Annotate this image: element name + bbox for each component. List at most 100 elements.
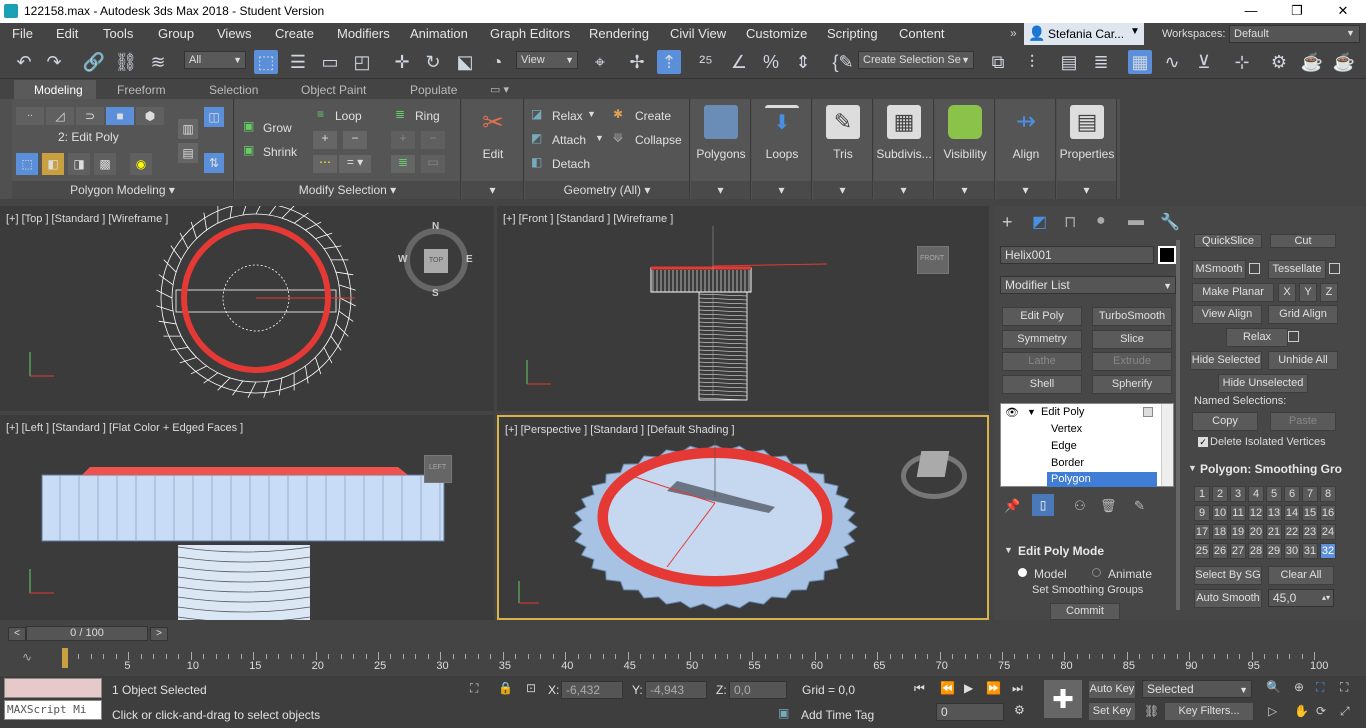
tab-freeform[interactable]: Freeform [117, 83, 166, 97]
key-filters-button[interactable]: Key Filters... [1164, 702, 1254, 721]
stack-edge[interactable]: Edge [1051, 440, 1077, 452]
time-tag-icon[interactable]: ▣ [778, 706, 789, 720]
go-to-end-icon[interactable]: ⏭ [1012, 681, 1023, 696]
z-coordinate-field[interactable]: 0,0 [729, 681, 787, 699]
placement-icon[interactable]: ◔ [485, 50, 509, 74]
menu-file[interactable]: File [12, 26, 33, 41]
time-cursor[interactable] [62, 648, 68, 668]
menu-content[interactable]: Content [899, 26, 945, 41]
smoothing-group-14[interactable]: 14 [1284, 505, 1300, 521]
viewport-perspective[interactable]: [+] [Perspective ] [Standard ] [Default … [497, 415, 989, 620]
smoothing-group-2[interactable]: 2 [1212, 486, 1228, 502]
create-button[interactable]: Create [635, 109, 671, 123]
window-crossing-icon[interactable]: ◰ [350, 50, 374, 74]
motion-tab-icon[interactable]: ● [1096, 212, 1106, 230]
select-by-sg-button[interactable]: Select By SG [1194, 566, 1262, 585]
detach-icon[interactable]: ◧ [531, 155, 542, 169]
smoothing-group-7[interactable]: 7 [1302, 486, 1318, 502]
unlink-icon[interactable]: ⛓ [114, 50, 138, 74]
render-icon[interactable]: ☕ [1332, 50, 1356, 74]
bind-space-warp-icon[interactable]: ≋ [146, 50, 170, 74]
menu-create[interactable]: Create [275, 26, 314, 41]
object-name-field[interactable]: Helix001 [1000, 246, 1154, 264]
smoothing-group-29[interactable]: 29 [1266, 543, 1282, 559]
manipulate-icon[interactable]: ✢ [625, 50, 649, 74]
viewcube-left[interactable]: LEFT [424, 455, 452, 483]
set-key-big-icon[interactable]: ✚ [1044, 680, 1082, 718]
rotate-icon[interactable]: ↻ [421, 50, 445, 74]
polygon-modeling-footer[interactable]: Polygon Modeling ▾ [12, 181, 233, 199]
planar-y-button[interactable]: Y [1299, 283, 1317, 302]
model-radio[interactable] [1018, 568, 1027, 577]
menu-tools[interactable]: Tools [103, 26, 133, 41]
smoothing-group-16[interactable]: 16 [1320, 505, 1336, 521]
tessellate-button[interactable]: Tessellate [1268, 260, 1326, 279]
clear-all-button[interactable]: Clear All [1268, 566, 1334, 585]
collapse-icon[interactable]: ⟱ [613, 131, 623, 145]
smoothing-group-10[interactable]: 10 [1212, 505, 1228, 521]
configure-modifier-sets-icon[interactable]: ✎ [1134, 498, 1145, 514]
smoothing-group-11[interactable]: 11 [1230, 505, 1246, 521]
relax-icon[interactable]: ◪ [531, 107, 542, 121]
pivot-icon[interactable]: ⌖ [588, 50, 612, 74]
viewcube-top-face[interactable]: TOP [424, 249, 448, 273]
zoom-icon[interactable]: 🔍 [1266, 680, 1281, 694]
tessellate-settings-icon[interactable] [1329, 263, 1340, 274]
cut-button[interactable]: Cut [1270, 234, 1336, 248]
menu-graph-editors[interactable]: Graph Editors [490, 26, 570, 41]
move-icon[interactable]: ✛ [390, 50, 414, 74]
display-tab-icon[interactable]: ▬ [1128, 212, 1144, 230]
subdivision-footer[interactable]: ▾ [874, 181, 933, 199]
viewport-left[interactable]: [+] [Left ] [Standard ] [Flat Color + Ed… [0, 415, 494, 620]
scale-icon[interactable]: ⬕ [453, 50, 477, 74]
relax-settings-icon[interactable] [1288, 331, 1299, 342]
viewcube-front[interactable]: FRONT [917, 246, 949, 274]
ring-mode-icon[interactable]: ≣ [391, 155, 415, 173]
detach-button[interactable]: Detach [552, 157, 590, 171]
menu-customize[interactable]: Customize [746, 26, 807, 41]
zoom-extents-all-icon[interactable]: ⛶ [1340, 680, 1348, 695]
command-panel-scrollbar[interactable] [1176, 240, 1180, 610]
edit-footer[interactable]: ▾ [462, 181, 523, 199]
collapse-button[interactable]: Collapse [635, 133, 682, 147]
minimize-button[interactable]: — [1228, 0, 1274, 23]
frame-ruler[interactable]: 5 10 15 20 25 30 35 40 45 50 55 60 65 70 75 80 85 90 95 100 [62, 648, 1328, 672]
smoothing-group-32[interactable]: 32 [1320, 543, 1336, 559]
attach-dropdown-icon[interactable]: ▼ [595, 133, 604, 143]
fov-icon[interactable]: ▷ [1268, 704, 1277, 718]
prev-frame-button[interactable]: < [8, 627, 26, 641]
selection-filter-dropdown[interactable]: All ▼ [184, 51, 246, 69]
menu-group[interactable]: Group [158, 26, 194, 41]
menu-civil-view[interactable]: Civil View [670, 26, 726, 41]
link-icon[interactable]: 🔗 [82, 50, 106, 74]
x-coordinate-field[interactable]: -6,432 [561, 681, 623, 699]
reference-coord-dropdown[interactable]: View ▼ [516, 51, 578, 69]
viewcube-left-face[interactable]: LEFT [429, 464, 446, 471]
curve-editor-mini-icon[interactable]: ∿ [22, 650, 32, 664]
select-object-icon[interactable]: ⬚ [254, 50, 278, 74]
key-mode-dropdown[interactable]: Selected ▼ [1142, 680, 1252, 698]
menu-views[interactable]: Views [217, 26, 251, 41]
user-account-dropdown[interactable]: 👤 Stefania Car... ▼ [1024, 23, 1144, 45]
show-end-result-icon[interactable]: ◫ [204, 107, 224, 127]
auto-smooth-spinner[interactable]: 45,0 ▴▾ [1268, 589, 1334, 607]
create-selection-set-dropdown[interactable]: Create Selection Se ▼ [858, 51, 974, 69]
mod-extrude-button[interactable]: Extrude [1092, 352, 1172, 371]
stack-edit-poly[interactable]: Edit Poly [1041, 406, 1084, 418]
modifier-stack[interactable]: 👁 ▼ Edit Poly Vertex Edge Border Polygon [1000, 403, 1174, 487]
msmooth-settings-icon[interactable] [1249, 263, 1260, 274]
smoothing-group-15[interactable]: 15 [1302, 505, 1318, 521]
angle-snap-icon[interactable]: ∠ [727, 50, 751, 74]
relax-dropdown-icon[interactable]: ▼ [587, 109, 596, 119]
smoothing-group-20[interactable]: 20 [1248, 524, 1264, 540]
mod-edit-poly-button[interactable]: Edit Poly [1002, 307, 1082, 326]
relax-cmd-button[interactable]: Relax [1226, 328, 1288, 347]
stack-vertex[interactable]: Vertex [1051, 423, 1082, 435]
align-footer[interactable]: ▾ [996, 181, 1055, 199]
mod-turbosmooth-button[interactable]: TurboSmooth [1092, 307, 1172, 326]
maxscript-listener[interactable] [4, 678, 102, 698]
preserve-uvs-icon[interactable]: ◨ [68, 153, 90, 175]
auto-key-button[interactable]: Auto Key [1088, 680, 1136, 699]
create-tab-icon[interactable]: + [1002, 212, 1013, 233]
menu-overflow-icon[interactable]: » [1010, 26, 1017, 40]
